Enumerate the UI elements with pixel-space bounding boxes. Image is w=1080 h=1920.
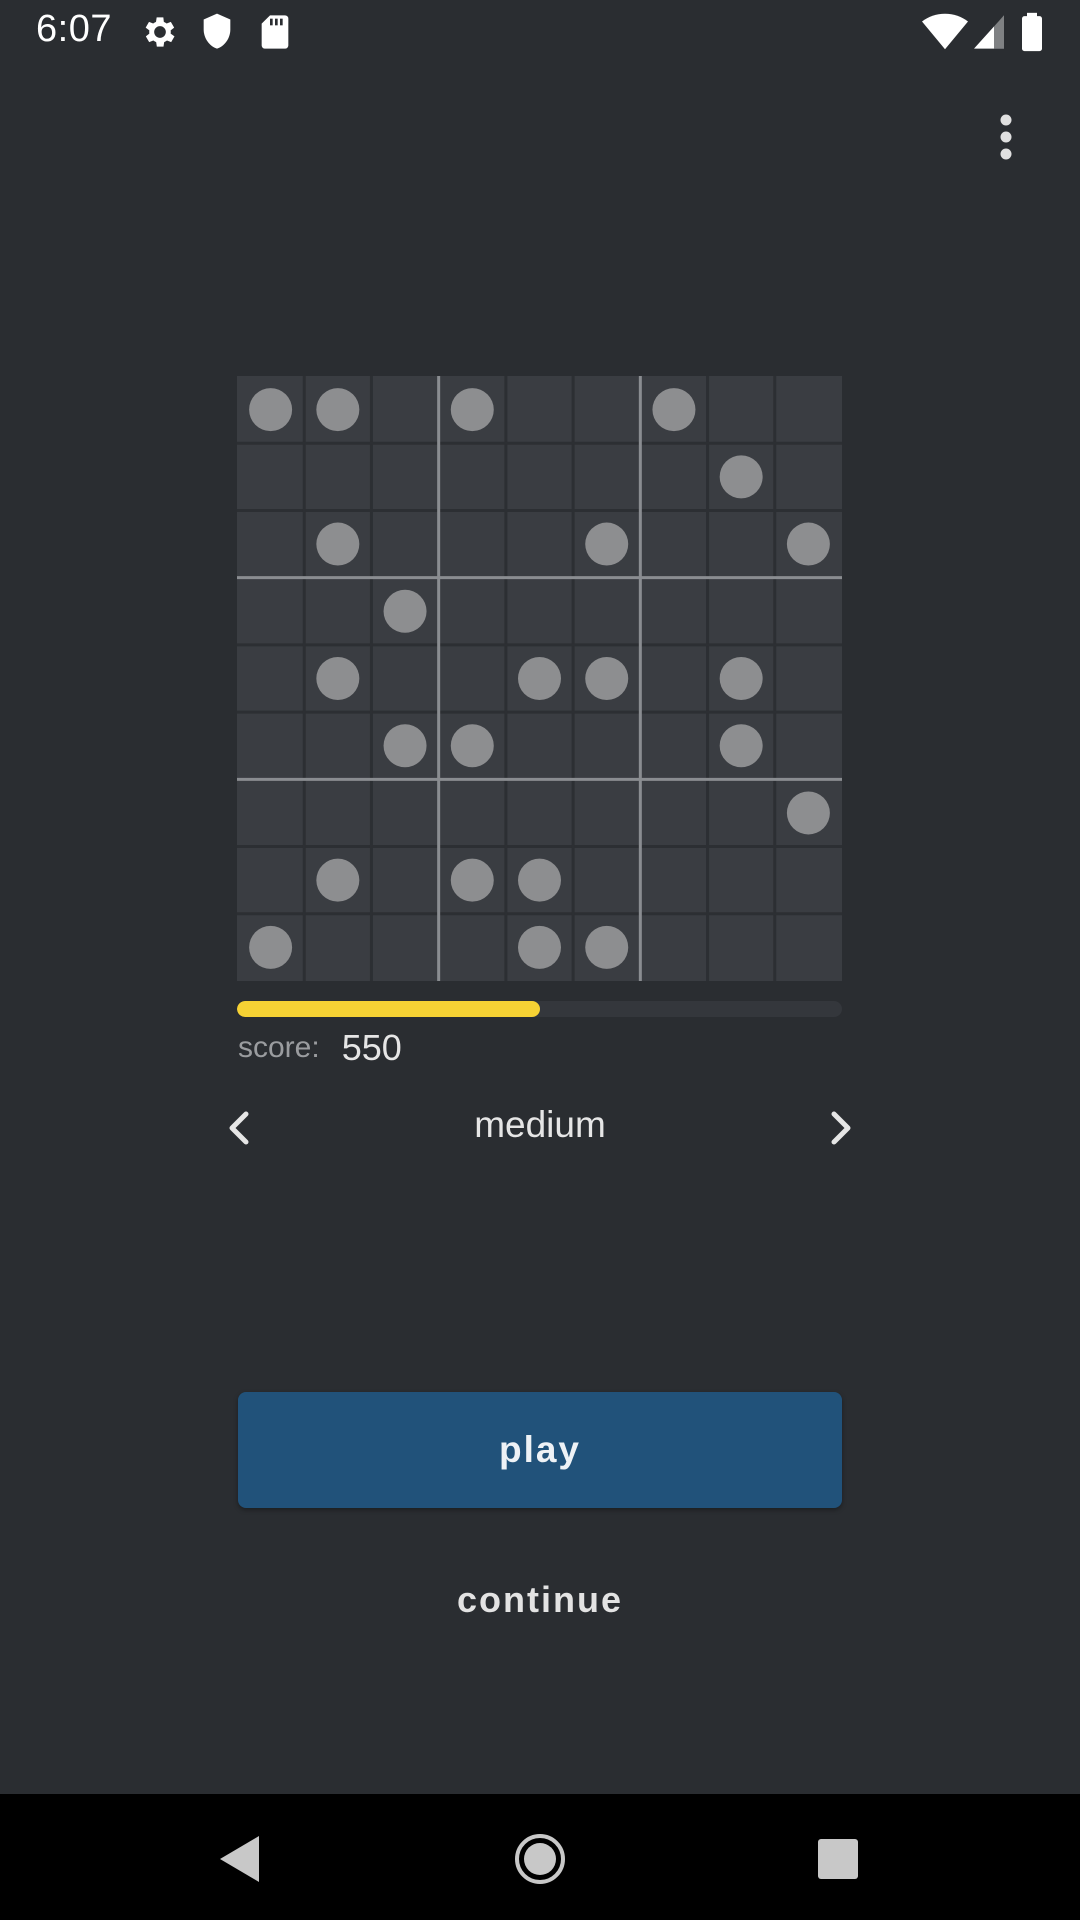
continue-button[interactable]: continue xyxy=(380,1570,700,1630)
shield-icon xyxy=(203,13,231,49)
nav-home-button[interactable] xyxy=(505,1824,575,1894)
difficulty-label: medium xyxy=(474,1104,606,1145)
more-vertical-icon xyxy=(1000,114,1012,160)
board-dot[interactable] xyxy=(719,455,763,499)
board-dot[interactable] xyxy=(518,858,561,902)
status-bar: 6:07 xyxy=(0,0,1080,64)
puzzle-board[interactable] xyxy=(237,376,842,981)
play-button-label: play xyxy=(498,1429,582,1470)
board-dot[interactable] xyxy=(719,657,763,700)
back-triangle-icon xyxy=(220,1836,259,1882)
home-circle-icon xyxy=(515,1834,565,1884)
difficulty-prev-button[interactable] xyxy=(214,1100,264,1156)
score-row: score: 550 xyxy=(238,1026,402,1070)
nav-back-button[interactable] xyxy=(204,1824,274,1894)
board-dot[interactable] xyxy=(450,858,494,902)
wifi-icon xyxy=(922,13,968,50)
board-dot[interactable] xyxy=(316,657,360,700)
board-dot[interactable] xyxy=(518,657,561,700)
chevron-right-icon xyxy=(831,1111,851,1145)
play-button[interactable]: play xyxy=(238,1392,842,1508)
board-dot[interactable] xyxy=(652,388,696,432)
progress-fill xyxy=(237,1001,540,1017)
overflow-menu-button[interactable] xyxy=(980,108,1032,168)
nav-recents-button[interactable] xyxy=(803,1824,873,1894)
board-dot[interactable] xyxy=(316,522,360,566)
gear-icon xyxy=(145,17,175,47)
continue-button-label: continue xyxy=(457,1579,623,1620)
board-dot[interactable] xyxy=(450,388,494,432)
score-value: 550 xyxy=(341,1027,402,1068)
board-dot[interactable] xyxy=(316,858,360,902)
board-dot[interactable] xyxy=(249,388,293,432)
board-dot[interactable] xyxy=(249,925,293,969)
cell-signal-icon xyxy=(974,15,1004,49)
board-dot[interactable] xyxy=(383,589,427,633)
sd-card-icon xyxy=(261,15,289,49)
status-time: 6:07 xyxy=(36,8,112,50)
recents-square-icon xyxy=(818,1839,858,1879)
board-dot[interactable] xyxy=(585,522,629,566)
board-dot[interactable] xyxy=(719,724,763,768)
board-grid[interactable] xyxy=(237,376,842,981)
board-dot[interactable] xyxy=(786,522,830,566)
navigation-bar xyxy=(0,1794,1080,1920)
board-dot[interactable] xyxy=(383,724,427,768)
board-dot[interactable] xyxy=(518,925,561,969)
progress-bar xyxy=(237,1001,842,1017)
difficulty-next-button[interactable] xyxy=(816,1100,866,1156)
board-dot[interactable] xyxy=(585,925,629,969)
chevron-left-icon xyxy=(229,1111,249,1145)
battery-icon xyxy=(1022,12,1042,52)
board-dot[interactable] xyxy=(450,724,494,768)
board-dot[interactable] xyxy=(585,657,629,700)
board-dot[interactable] xyxy=(786,791,830,835)
board-dot[interactable] xyxy=(316,388,360,432)
score-label: score: xyxy=(238,1031,320,1064)
